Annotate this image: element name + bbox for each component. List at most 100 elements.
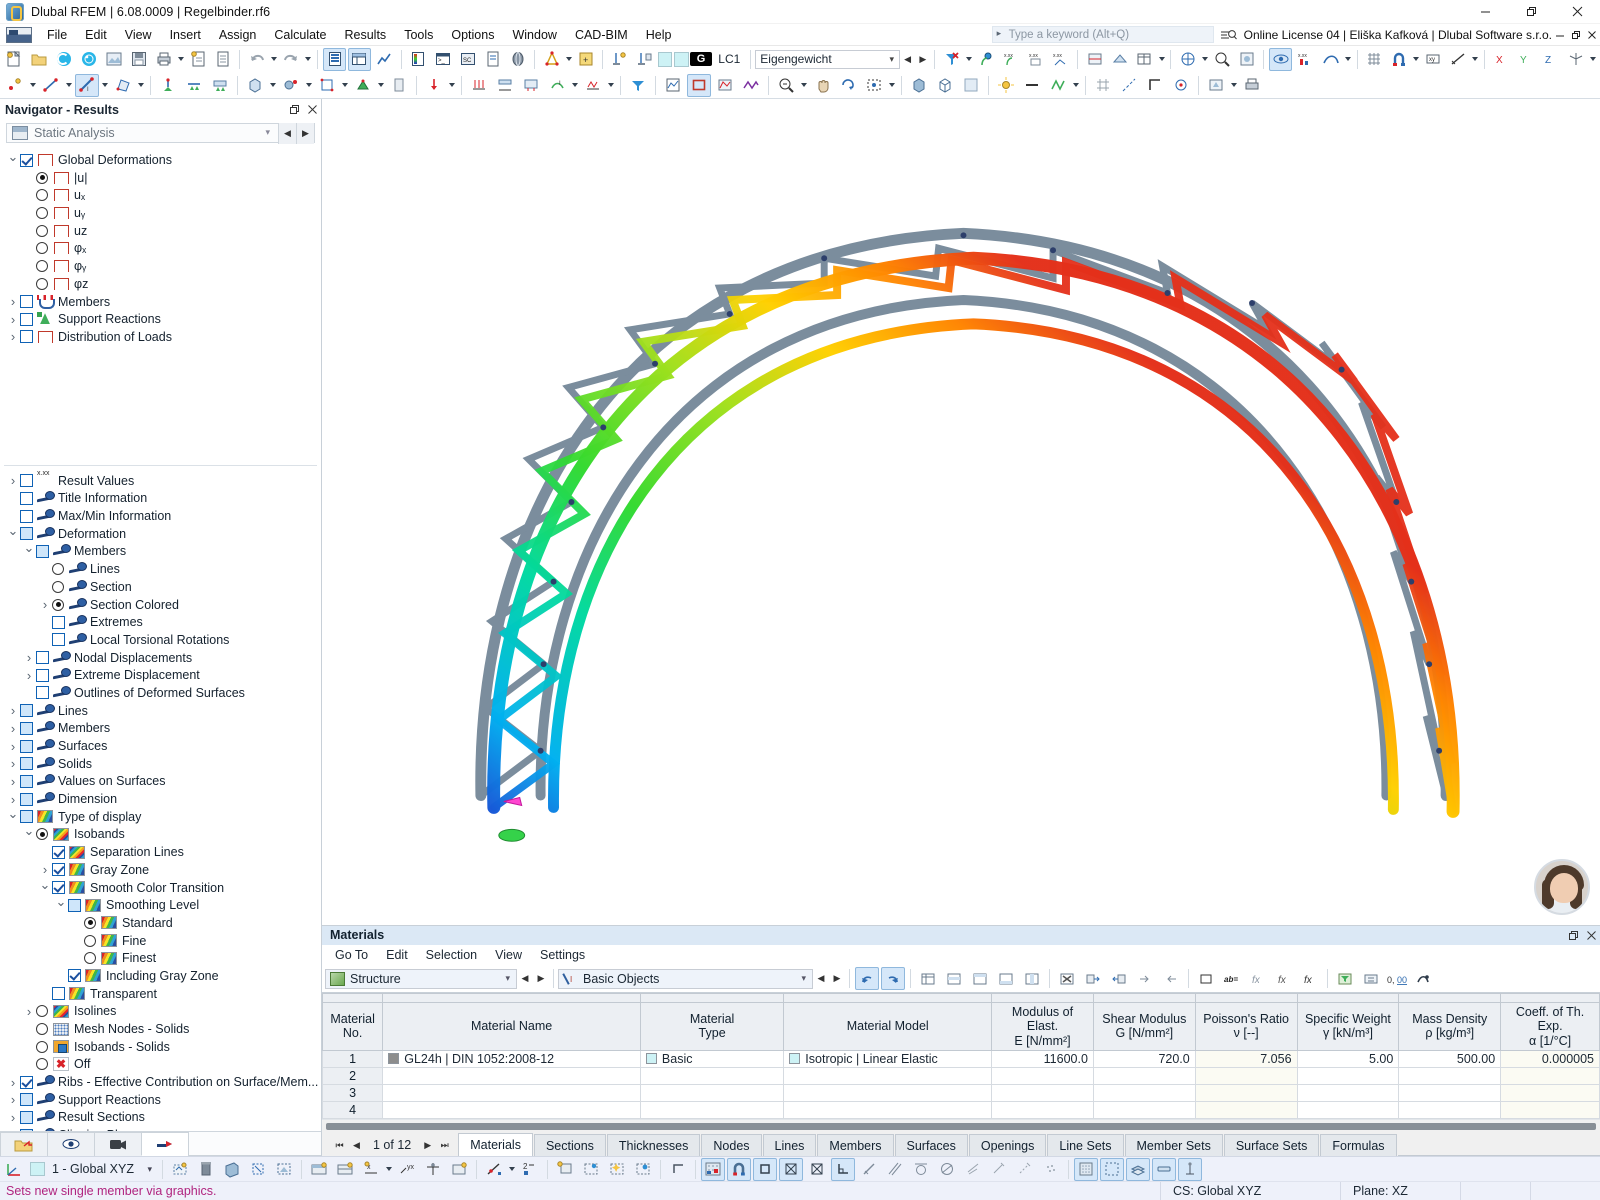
- chevron-down-icon[interactable]: [6, 525, 20, 542]
- chevron-right-icon[interactable]: [6, 293, 20, 310]
- select-special-icon[interactable]: [605, 1158, 629, 1181]
- load-case-prev-button[interactable]: ◀: [900, 50, 915, 69]
- new-support-icon[interactable]: [156, 74, 180, 97]
- cell-material-name[interactable]: [383, 1085, 641, 1102]
- cell-coeff-thermal[interactable]: [1501, 1068, 1600, 1085]
- tree-item[interactable]: Nodal Displacements: [0, 649, 321, 667]
- table-abc-icon[interactable]: ab=: [1220, 967, 1244, 990]
- table-row[interactable]: 3: [323, 1085, 1600, 1102]
- tree-radio[interactable]: [36, 207, 48, 219]
- tree-item[interactable]: Lines: [0, 702, 321, 720]
- transparency-icon[interactable]: [959, 74, 983, 97]
- new-line-caret[interactable]: [64, 74, 74, 97]
- new-nodes-select-icon[interactable]: [553, 1158, 577, 1181]
- support-agent-avatar[interactable]: [1534, 859, 1590, 915]
- deformation-caret[interactable]: [1343, 48, 1352, 71]
- snap-tangent-icon[interactable]: [909, 1158, 933, 1181]
- col-material-type[interactable]: Material Type: [640, 1002, 783, 1050]
- chevron-down-icon[interactable]: [6, 152, 20, 169]
- tree-checkbox[interactable]: [20, 740, 33, 753]
- new-opening-caret[interactable]: [340, 74, 350, 97]
- col-coeff-thermal[interactable]: Coeff. of Th. Exp. α [1/°C]: [1501, 1002, 1600, 1050]
- filter-results-icon[interactable]: [940, 48, 963, 71]
- tree-checkbox[interactable]: [20, 527, 33, 540]
- tree-checkbox[interactable]: [20, 313, 33, 326]
- results-table-caret[interactable]: [1157, 48, 1166, 71]
- new-member-icon[interactable]: I: [75, 74, 99, 97]
- table-menu-edit[interactable]: Edit: [377, 947, 417, 963]
- new-line-load-icon[interactable]: [493, 74, 517, 97]
- result-extremes-icon[interactable]: x.xx: [1049, 48, 1072, 71]
- tree-checkbox[interactable]: [36, 669, 49, 682]
- tree-item[interactable]: Max/Min Information: [0, 507, 321, 525]
- measure-height-icon[interactable]: [1178, 1158, 1202, 1181]
- chevron-right-icon[interactable]: [6, 702, 20, 719]
- tree-item[interactable]: Including Gray Zone: [0, 967, 321, 985]
- tree-item[interactable]: Outlines of Deformed Surfaces: [0, 684, 321, 702]
- cell-coeff-thermal[interactable]: [1501, 1102, 1600, 1119]
- data-tab-surface-sets[interactable]: Surface Sets: [1224, 1134, 1320, 1156]
- tree-radio[interactable]: [36, 242, 48, 254]
- data-tab-surfaces[interactable]: Surfaces: [895, 1134, 968, 1156]
- select-object-icon[interactable]: [631, 1158, 655, 1181]
- table-row[interactable]: 4: [323, 1102, 1600, 1119]
- cell-coeff-thermal[interactable]: 0.000005: [1501, 1051, 1600, 1068]
- new-nodal-load-icon[interactable]: [422, 74, 446, 97]
- col-material-name[interactable]: Material Name: [383, 1002, 641, 1050]
- cell-material-model[interactable]: Isotropic | Linear Elastic: [784, 1051, 992, 1068]
- two-point-icon[interactable]: 2: [518, 1158, 542, 1181]
- menu-results[interactable]: Results: [336, 26, 396, 44]
- data-tab-openings[interactable]: Openings: [969, 1134, 1047, 1156]
- new-contact-caret[interactable]: [304, 74, 314, 97]
- menu-file[interactable]: File: [38, 26, 76, 44]
- cloud-open-icon[interactable]: [53, 48, 76, 71]
- tree-checkbox[interactable]: [20, 793, 33, 806]
- data-tab-formulas[interactable]: Formulas: [1320, 1134, 1396, 1156]
- tree-checkbox[interactable]: [20, 1129, 33, 1131]
- cell-modulus-elast[interactable]: 11600.0: [992, 1051, 1094, 1068]
- snap-parallel-icon[interactable]: [883, 1158, 907, 1181]
- data-tab-member-sets[interactable]: Member Sets: [1125, 1134, 1223, 1156]
- tree-checkbox[interactable]: [52, 881, 65, 894]
- guideline-icon[interactable]: [1117, 74, 1141, 97]
- analysis-next-button[interactable]: ▶: [296, 123, 314, 144]
- load-wizard-caret[interactable]: [564, 48, 573, 71]
- tree-item[interactable]: Clipping Planes: [0, 1126, 321, 1130]
- tree-item[interactable]: Support Reactions: [0, 1091, 321, 1109]
- tree-checkbox[interactable]: [68, 899, 81, 912]
- tree-radio[interactable]: [52, 563, 64, 575]
- clipping-plane-icon[interactable]: [1108, 48, 1131, 71]
- delete-work-plane-icon[interactable]: [194, 1158, 218, 1181]
- tree-item[interactable]: Deformation: [0, 525, 321, 543]
- tree-radio[interactable]: [84, 952, 96, 964]
- cell-specific-weight[interactable]: [1297, 1102, 1399, 1119]
- tree-radio[interactable]: [36, 1041, 48, 1053]
- new-surface-load-icon[interactable]: [519, 74, 543, 97]
- chevron-right-icon[interactable]: [38, 861, 52, 878]
- pager-first-button[interactable]: ⏮: [332, 1136, 347, 1154]
- pager-prev-button[interactable]: ◀: [349, 1136, 364, 1154]
- tree-checkbox[interactable]: [36, 686, 49, 699]
- cell-material-type[interactable]: [640, 1068, 783, 1085]
- new-imperfection-caret[interactable]: [606, 74, 616, 97]
- load-combination-icon[interactable]: +: [574, 48, 597, 71]
- tree-checkbox[interactable]: [20, 1111, 33, 1124]
- structure-next-button[interactable]: ▶: [533, 969, 549, 988]
- section-style-icon[interactable]: [1046, 74, 1070, 97]
- tree-checkbox[interactable]: [20, 154, 33, 167]
- plane-projection-icon[interactable]: [272, 1158, 296, 1181]
- objects-select[interactable]: Basic Objects ▾: [558, 969, 813, 989]
- menu-view[interactable]: View: [116, 26, 161, 44]
- col-material-no[interactable]: Material No.: [323, 1002, 383, 1050]
- chevron-right-icon[interactable]: [6, 720, 20, 737]
- objects-next-button[interactable]: ▶: [829, 969, 845, 988]
- tree-checkbox[interactable]: [20, 492, 33, 505]
- redo-dropdown-caret[interactable]: [304, 48, 313, 71]
- new-surface-support-icon[interactable]: [208, 74, 232, 97]
- table-close-button[interactable]: [1582, 926, 1600, 944]
- table-row-above-icon[interactable]: [968, 967, 992, 990]
- chevron-right-icon[interactable]: [6, 328, 20, 345]
- selection-box-icon[interactable]: [1100, 1158, 1124, 1181]
- result-values-2-icon[interactable]: x.xx: [1025, 48, 1048, 71]
- tree-item[interactable]: ✖Off: [0, 1056, 321, 1074]
